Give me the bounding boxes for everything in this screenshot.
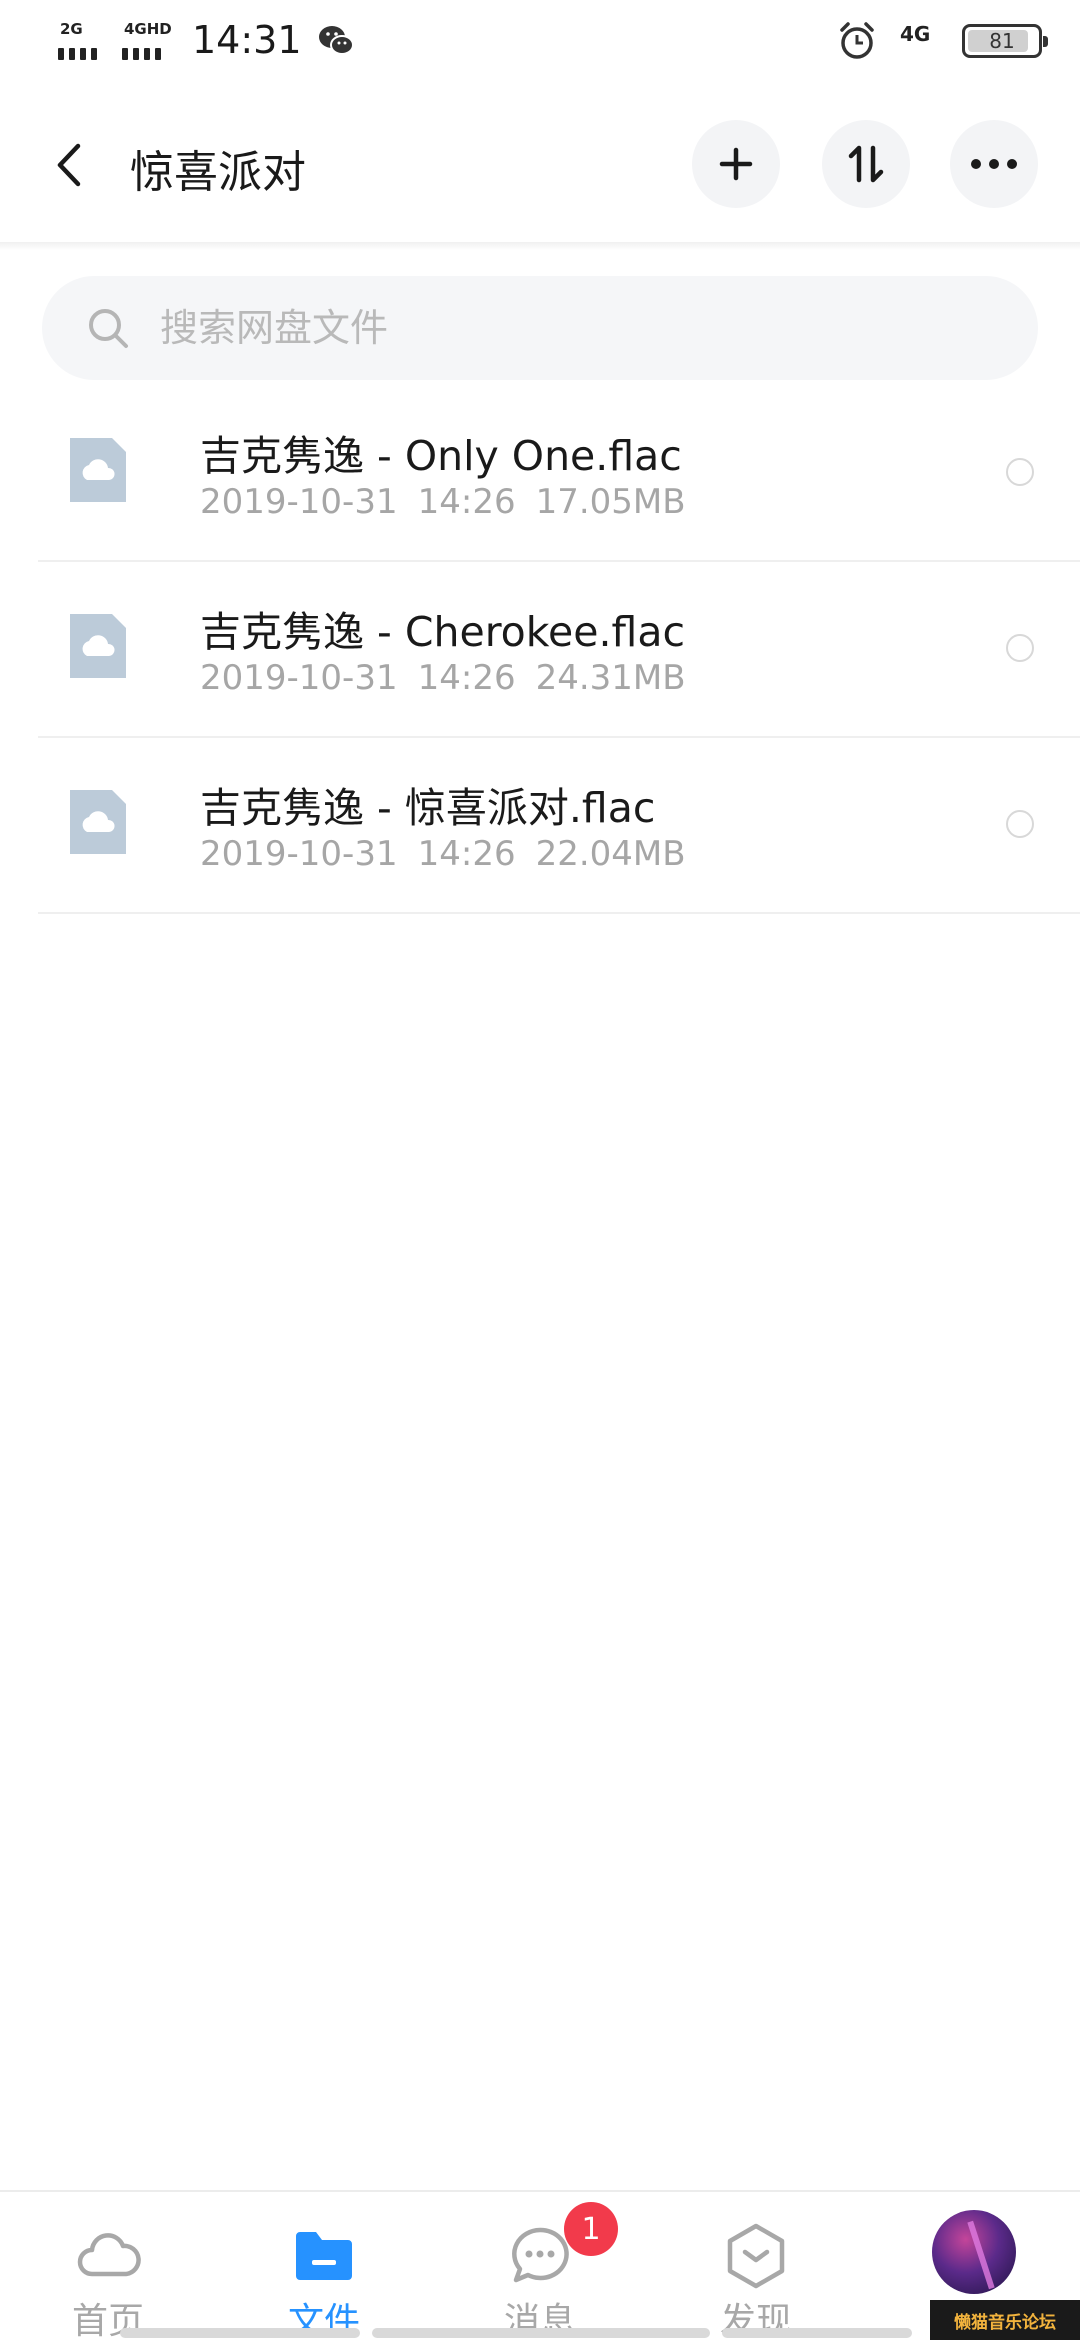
search-input[interactable] [160,298,980,358]
battery-level: 81 [989,29,1015,53]
plus-icon [719,147,753,181]
status-right: 4G 81 [836,20,1048,62]
search-bar[interactable] [42,276,1038,380]
transfer-button[interactable] [822,120,910,208]
file-size: 17.05MB [535,482,686,522]
header-divider [0,242,1080,250]
cloud-file-icon [70,438,126,502]
signal-sim1: 2G [58,20,108,60]
search-icon [89,309,128,348]
file-date: 2019-10-31 [200,658,398,698]
status-bar: 2G 4GHD 14:31 4G 81 [0,0,1080,90]
file-name: 吉克隽逸 - Cherokee.flac [200,608,685,656]
alarm-icon [840,22,874,59]
sort-icon [848,145,884,183]
file-size: 24.31MB [535,658,686,698]
select-radio[interactable] [1006,458,1034,486]
more-button[interactable] [950,120,1038,208]
gesture-bar [722,2328,912,2338]
battery-icon: 81 [962,24,1048,58]
tab-home[interactable]: 首页 [0,2192,216,2340]
avatar[interactable] [932,2210,1016,2294]
file-date: 2019-10-31 [200,482,398,522]
file-date: 2019-10-31 [200,834,398,874]
signal-sim2: 4GHD [122,20,172,60]
cloud-icon [77,2233,141,2277]
file-time: 14:26 [417,658,516,698]
file-time: 14:26 [417,482,516,522]
file-row[interactable]: 吉克隽逸 - Only One.flac 2019-10-31 14:26 17.0… [38,386,1080,562]
status-left: 2G 4GHD 14:31 [58,18,356,62]
tab-messages[interactable]: 1 消息 [432,2192,648,2340]
file-meta: 2019-10-31 14:26 22.04MB [200,834,686,874]
file-list: 吉克隽逸 - Only One.flac 2019-10-31 14:26 17.0… [0,386,1080,914]
back-icon[interactable] [50,140,90,190]
cloud-file-icon [70,790,126,854]
discover-icon [727,2223,785,2289]
signal-sim2-label: 4GHD [124,20,172,38]
more-icon [971,159,1017,169]
tab-files[interactable]: 文件 [216,2192,432,2340]
file-row[interactable]: 吉克隽逸 - Cherokee.flac 2019-10-31 14:26 24.3… [38,562,1080,738]
select-radio[interactable] [1006,634,1034,662]
folder-icon [296,2232,352,2280]
file-name: 吉克隽逸 - 惊喜派对.flac [200,784,656,832]
signal-bars-icon [58,48,97,60]
wechat-icon [318,26,354,55]
cloud-file-icon [70,614,126,678]
add-button[interactable] [692,120,780,208]
signal-sim1-label: 2G [60,20,83,38]
gesture-bar [120,2328,360,2338]
file-row[interactable]: 吉克隽逸 - 惊喜派对.flac 2019-10-31 14:26 22.04MB [38,738,1080,914]
select-radio[interactable] [1006,810,1034,838]
page-title: 惊喜派对 [130,147,306,198]
tab-discover[interactable]: 发现 [648,2192,864,2340]
file-name: 吉克隽逸 - Only One.flac [200,432,682,480]
message-badge: 1 [564,2202,618,2256]
signal-bars-icon [122,48,161,60]
status-time: 14:31 [192,18,302,62]
file-time: 14:26 [417,834,516,874]
file-meta: 2019-10-31 14:26 17.05MB [200,482,686,522]
network-label: 4G [900,22,931,46]
header: 惊喜派对 [0,90,1080,240]
watermark: 懒猫音乐论坛 [930,2300,1080,2340]
network-indicator: 4G [900,20,940,62]
file-meta: 2019-10-31 14:26 24.31MB [200,658,686,698]
bottom-tab-bar: 首页 文件 1 消息 发现 [0,2190,1080,2340]
file-size: 22.04MB [535,834,686,874]
gesture-bar [372,2328,710,2338]
